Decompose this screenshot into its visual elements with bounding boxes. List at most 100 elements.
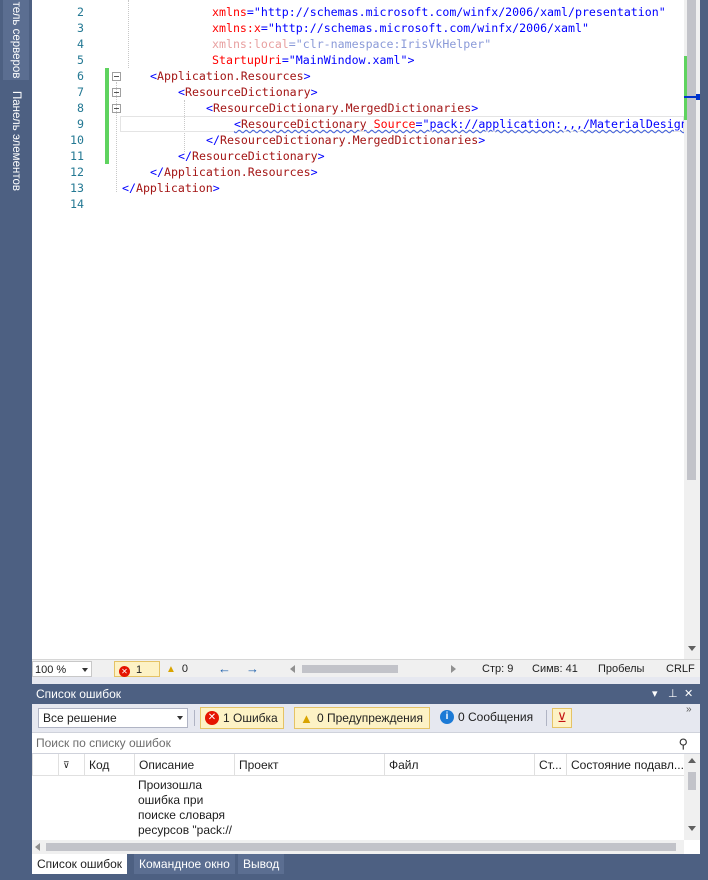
column-header-description[interactable]: Описание	[134, 754, 234, 776]
code-text: </ResourceDictionary>	[178, 148, 325, 164]
editor-scroll-thumb[interactable]	[687, 0, 696, 480]
zoom-value: 100 %	[35, 664, 67, 676]
zoom-select[interactable]: 100 %	[32, 661, 92, 677]
code-line[interactable]: 12 </Application.Resources>	[32, 164, 684, 180]
code-line[interactable]: 5 StartupUri="MainWindow.xaml">	[32, 52, 684, 68]
scroll-left-icon[interactable]	[290, 665, 295, 673]
search-icon[interactable]: ⚲	[678, 734, 688, 754]
code-line[interactable]: 8 <ResourceDictionary.MergedDictionaries>	[32, 100, 684, 116]
scroll-left-icon[interactable]	[35, 843, 40, 851]
line-number: 13	[70, 181, 84, 195]
error-row-description[interactable]: Произошла ошибка при поиске словаря ресу…	[138, 778, 238, 838]
code-line[interactable]: 3 xmlns:x="http://schemas.microsoft.com/w…	[32, 20, 684, 36]
horizontal-scroll-thumb[interactable]	[302, 665, 398, 673]
column-header-code[interactable]: Код	[84, 754, 134, 776]
info-icon: i	[440, 710, 454, 724]
code-text: </ResourceDictionary.MergedDictionaries>	[206, 132, 485, 148]
scroll-up-icon[interactable]	[688, 758, 696, 763]
scroll-down-icon[interactable]	[688, 826, 696, 831]
code-token: >	[471, 101, 479, 115]
grid-horizontal-scrollbar[interactable]	[32, 840, 684, 854]
scroll-right-icon[interactable]	[451, 665, 456, 673]
clear-filter-icon[interactable]: ⊻	[552, 708, 572, 728]
code-text: xmlns:local="clr-namespace:IrisVkHelper"	[212, 36, 491, 52]
code-text: <ResourceDictionary.MergedDictionaries>	[206, 100, 478, 116]
code-line[interactable]: 9 <ResourceDictionary Source="pack://appl…	[32, 116, 684, 132]
code-token: <	[206, 101, 213, 115]
close-icon[interactable]: ✕	[684, 684, 693, 704]
code-line[interactable]: 13 </Application>	[32, 180, 684, 196]
line-ending-status[interactable]: CRLF	[666, 661, 695, 677]
code-token: "http://schemas.microsoft.com/winfx/2006…	[253, 5, 666, 19]
code-line[interactable]: 6 <Application.Resources>	[32, 68, 684, 84]
code-line[interactable]: 7 <ResourceDictionary>	[32, 84, 684, 100]
navigate-forward-icon[interactable]: →	[246, 661, 259, 677]
code-token: >	[407, 53, 415, 67]
column-header-file[interactable]: Файл	[384, 754, 534, 776]
warnings-filter-button[interactable]: ▲ 0 Предупреждения	[294, 707, 430, 729]
grid-scroll-thumb[interactable]	[688, 772, 696, 790]
toolbar-separator	[546, 710, 547, 726]
column-header-suppression[interactable]: Состояние подавл...	[566, 754, 684, 776]
code-token: xmlns	[212, 5, 247, 19]
code-line[interactable]: 4 xmlns:local="clr-namespace:IrisVkHelper…	[32, 36, 684, 52]
code-token: >	[310, 165, 318, 179]
error-count-indicator[interactable]: ✕ 1	[114, 661, 160, 677]
line-number: 5	[77, 53, 84, 67]
navigate-back-icon[interactable]: ←	[218, 661, 231, 677]
code-token: Application.Resources	[156, 69, 304, 83]
grid-vertical-scrollbar[interactable]	[684, 754, 700, 840]
tab-error-list[interactable]: Список ошибок	[32, 854, 128, 874]
editor-horizontal-scrollbar[interactable]	[290, 664, 456, 674]
code-line[interactable]: 14	[32, 196, 684, 212]
column-header-icon[interactable]	[32, 754, 58, 776]
tab-output[interactable]: Вывод	[238, 854, 285, 874]
code-line[interactable]: 11 </ResourceDictionary>	[32, 148, 684, 164]
code-token: </	[206, 133, 220, 147]
line-number: 9	[77, 117, 84, 131]
warning-count-indicator[interactable]: ▲ 0	[164, 661, 196, 677]
error-list-title: Список ошибок	[36, 687, 122, 701]
line-number: 3	[77, 21, 84, 35]
error-icon: ✕	[205, 711, 219, 725]
messages-filter-button[interactable]: i 0 Сообщения	[436, 707, 544, 729]
error-count: 1	[136, 664, 143, 676]
code-token: ResourceDictionary	[240, 117, 367, 131]
code-editor[interactable]: 2 xmlns="http://schemas.microsoft.com/win…	[32, 0, 684, 659]
whitespace-status[interactable]: Пробелы	[598, 661, 644, 677]
server-explorer-tab-label: тель серверов	[10, 1, 22, 79]
grid-horizontal-thumb[interactable]	[46, 843, 676, 851]
column-header-project[interactable]: Проект	[234, 754, 384, 776]
server-explorer-tab[interactable]: тель серверов	[3, 0, 29, 80]
code-token: </	[122, 181, 136, 195]
overflow-icon[interactable]: »	[686, 704, 692, 715]
toolbar-separator	[194, 710, 195, 726]
code-text: <ResourceDictionary Source="pack://appli…	[234, 116, 684, 132]
right-tool-strip	[700, 0, 708, 880]
code-line[interactable]: 2 xmlns="http://schemas.microsoft.com/win…	[32, 4, 684, 20]
line-number: 4	[77, 37, 84, 51]
line-number-status: Стр: 9	[482, 663, 514, 675]
code-text: xmlns="http://schemas.microsoft.com/winf…	[212, 4, 666, 20]
code-token: xmlns:x	[212, 21, 261, 35]
column-header-filter[interactable]: ⊽	[58, 754, 84, 776]
scroll-down-arrow-icon[interactable]	[688, 646, 696, 651]
column-header-line[interactable]: Ст...	[534, 754, 566, 776]
warning-count: 0	[181, 663, 189, 675]
scope-select[interactable]: Все решение	[38, 708, 188, 728]
errors-filter-button[interactable]: ✕ 1 Ошибка	[200, 707, 284, 729]
error-list-search-input[interactable]: Поиск по списку ошибок ⚲	[32, 732, 700, 754]
code-token: Application	[135, 181, 213, 195]
tab-command-window[interactable]: Командное окно	[134, 854, 235, 874]
code-token: =	[260, 21, 268, 35]
code-token: "pack://application:,,,/MaterialDesignTh…	[422, 117, 684, 131]
code-token: Source	[373, 117, 416, 131]
code-text: </Application>	[122, 180, 220, 196]
pin-icon[interactable]: ⊥	[668, 684, 678, 704]
search-placeholder: Поиск по списку ошибок	[36, 736, 171, 750]
panel-dropdown-icon[interactable]: ▾	[652, 684, 658, 704]
line-number: 8	[77, 101, 84, 115]
toolbox-tab[interactable]: Панель элементов	[3, 86, 29, 196]
code-text: <Application.Resources>	[150, 68, 311, 84]
code-line[interactable]: 10 </ResourceDictionary.MergedDictionarie…	[32, 132, 684, 148]
